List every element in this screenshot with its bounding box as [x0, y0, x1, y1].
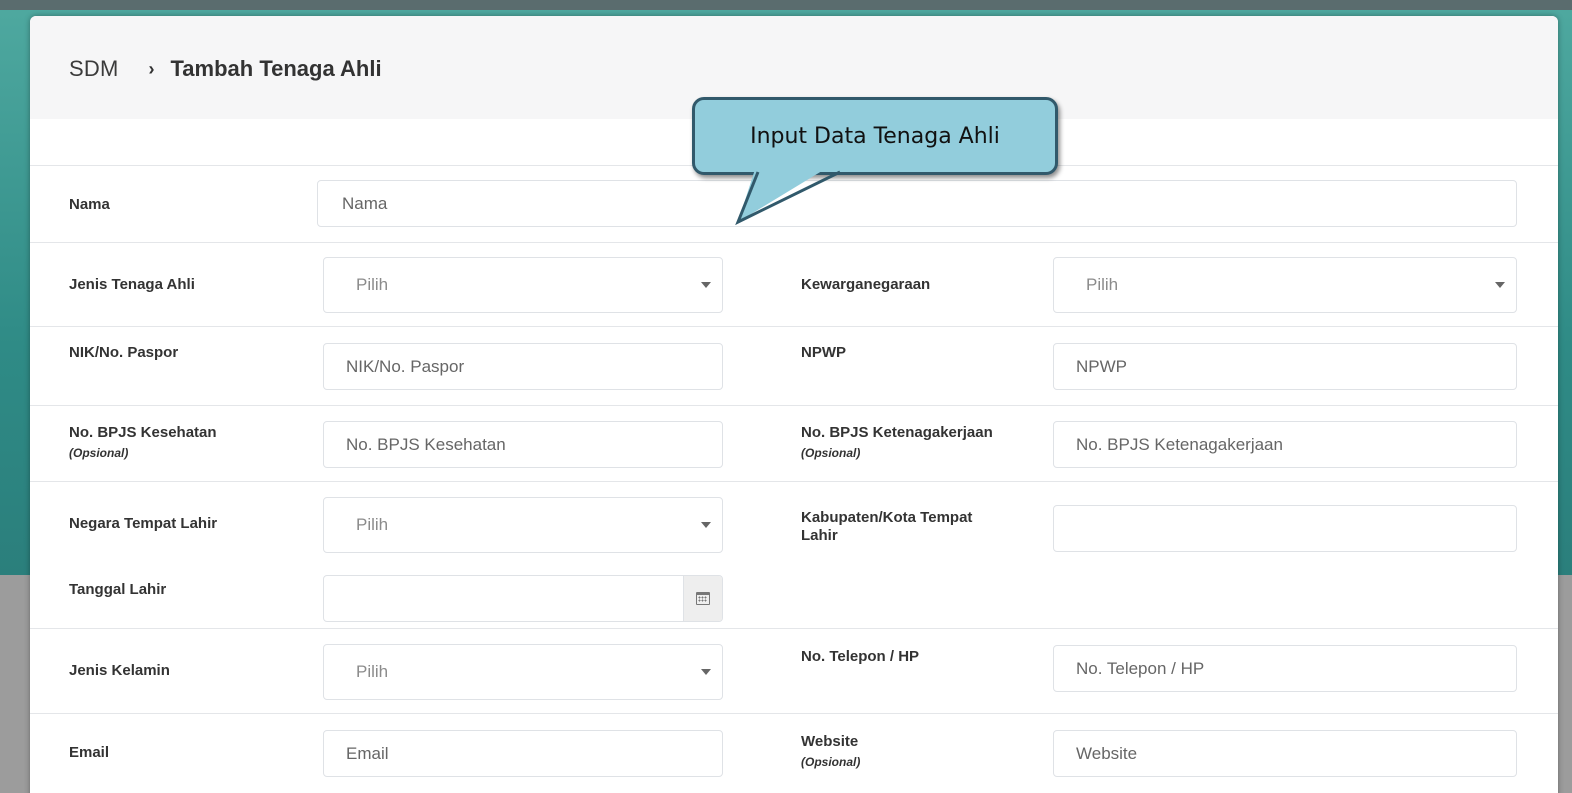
- kewarganegaraan-label: Kewarganegaraan: [801, 276, 931, 293]
- row-divider: [30, 405, 1558, 406]
- bpjs-kesehatan-optional-note: (Opsional): [69, 446, 129, 460]
- chevron-right-icon: ›: [148, 58, 155, 79]
- row-divider: [30, 326, 1558, 327]
- telepon-label: No. Telepon / HP: [801, 648, 920, 665]
- breadcrumb: SDM › Tambah Tenaga Ahli: [69, 56, 382, 82]
- kota-tempat-lahir-label-line1: Kabupaten/Kota Tempat: [801, 509, 973, 526]
- kewarganegaraan-value: Pilih: [1086, 275, 1119, 294]
- npwp-input[interactable]: [1053, 343, 1517, 390]
- jenis-tenaga-ahli-select[interactable]: Pilih: [323, 257, 723, 313]
- kewarganegaraan-select[interactable]: Pilih: [1053, 257, 1517, 313]
- caret-down-icon: [1495, 282, 1505, 288]
- bpjs-ketenagakerjaan-input[interactable]: [1053, 421, 1517, 468]
- jenis-tenaga-ahli-value: Pilih: [356, 275, 389, 294]
- jenis-kelamin-select[interactable]: Pilih: [323, 644, 723, 700]
- website-label: Website: [801, 733, 859, 750]
- jenis-kelamin-value: Pilih: [356, 662, 389, 681]
- npwp-label: NPWP: [801, 344, 846, 361]
- caret-down-icon: [701, 669, 711, 675]
- negara-tempat-lahir-value: Pilih: [356, 515, 389, 534]
- callout-tail: [735, 160, 841, 226]
- telepon-input[interactable]: [1053, 645, 1517, 692]
- breadcrumb-root[interactable]: SDM: [69, 56, 119, 82]
- nik-label: NIK/No. Paspor: [69, 344, 179, 361]
- calendar-icon: [696, 592, 710, 605]
- bpjs-kesehatan-input[interactable]: [323, 421, 723, 468]
- calendar-button[interactable]: [683, 576, 722, 621]
- email-input[interactable]: [323, 730, 723, 777]
- caret-down-icon: [701, 522, 711, 528]
- kota-tempat-lahir-label: Kabupaten/Kota Tempat Lahir: [801, 510, 972, 544]
- website-input[interactable]: [1053, 730, 1517, 777]
- caret-down-icon: [701, 282, 711, 288]
- jenis-tenaga-ahli-label: Jenis Tenaga Ahli: [69, 276, 195, 293]
- callout-text: Input Data Tenaga Ahli: [750, 123, 1000, 149]
- nama-label: Nama: [69, 196, 110, 213]
- email-label: Email: [69, 744, 110, 761]
- negara-tempat-lahir-select[interactable]: Pilih: [323, 497, 723, 553]
- breadcrumb-current: Tambah Tenaga Ahli: [170, 56, 382, 81]
- negara-tempat-lahir-label: Negara Tempat Lahir: [69, 515, 218, 532]
- bpjs-kesehatan-label: No. BPJS Kesehatan: [69, 424, 217, 441]
- bpjs-ketenagakerjaan-label: No. BPJS Ketenagakerjaan: [801, 424, 993, 441]
- tanggal-lahir-field[interactable]: [323, 575, 723, 622]
- nama-input[interactable]: [317, 180, 1517, 227]
- kota-tempat-lahir-label-line2: Lahir: [801, 527, 838, 544]
- row-divider: [30, 713, 1558, 714]
- website-optional-note: (Opsional): [801, 755, 861, 769]
- row-divider: [30, 481, 1558, 482]
- bpjs-ketenagakerjaan-optional-note: (Opsional): [801, 446, 861, 460]
- row-divider: [30, 242, 1558, 243]
- kota-tempat-lahir-input[interactable]: [1053, 505, 1517, 552]
- jenis-kelamin-label: Jenis Kelamin: [69, 662, 170, 679]
- tanggal-lahir-label: Tanggal Lahir: [69, 581, 167, 598]
- row-divider: [30, 628, 1558, 629]
- nik-input[interactable]: [323, 343, 723, 390]
